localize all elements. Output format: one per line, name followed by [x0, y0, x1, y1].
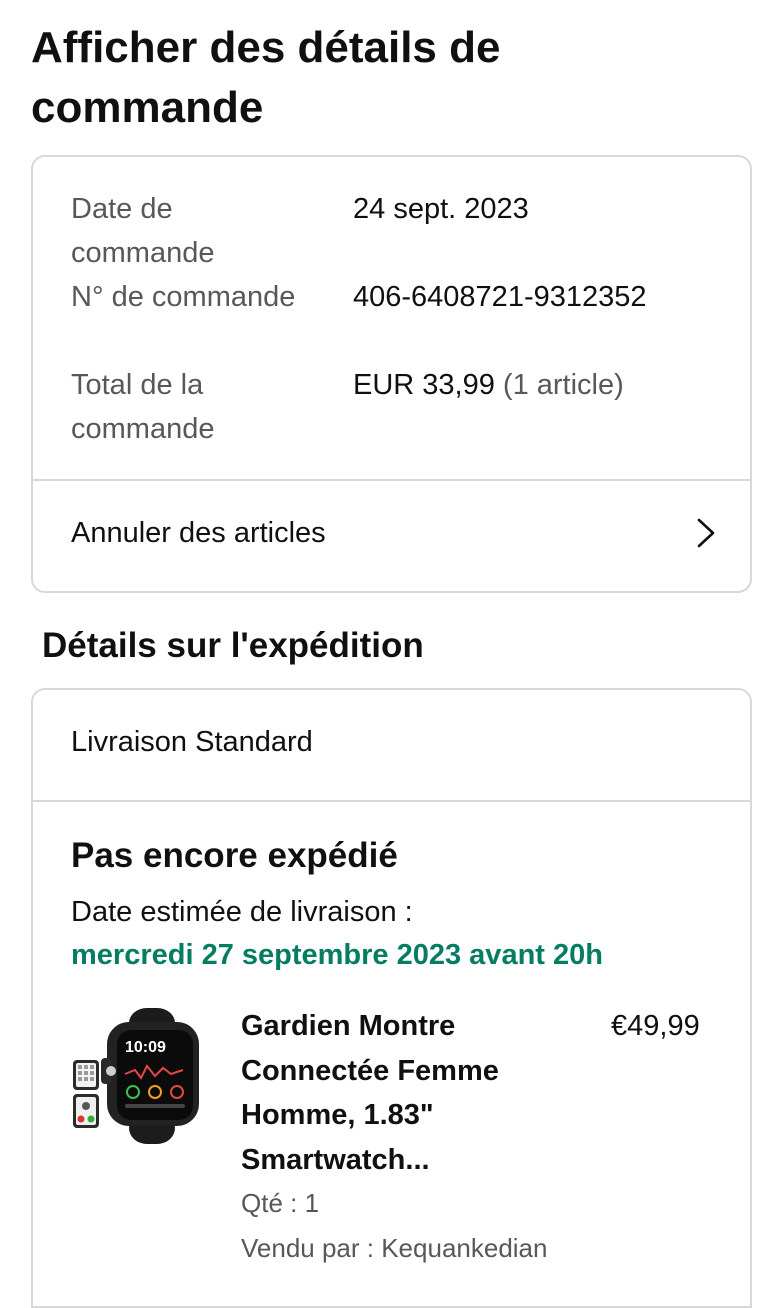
estimated-delivery-date: mercredi 27 septembre 2023 avant 20h: [71, 939, 603, 971]
cancel-items-label: Annuler des articles: [71, 517, 326, 549]
shipment-status: Pas encore expédié: [71, 836, 398, 875]
product-price: €49,99: [611, 1010, 700, 1042]
order-total-value: EUR 33,99 (1 article): [353, 363, 624, 407]
order-number-label: N° de commande: [71, 281, 296, 313]
shipping-section-title: Détails sur l'expédition: [42, 626, 424, 665]
order-total-items: (1 article): [502, 369, 624, 401]
shipping-method: Livraison Standard: [71, 726, 313, 758]
order-total-amount: EUR 33,99: [353, 369, 495, 401]
cancel-items-row[interactable]: Annuler des articles: [33, 481, 750, 593]
product-image[interactable]: 10:09: [71, 1008, 201, 1144]
divider: [33, 800, 750, 802]
page-title: Afficher des détails de commande: [31, 23, 501, 132]
order-summary-card: Date de commande 24 sept. 2023 N° de com…: [31, 155, 752, 593]
order-number-value: 406-6408721-9312352: [353, 281, 647, 313]
shipping-card: Livraison Standard Pas encore expédié Da…: [31, 688, 752, 1308]
product-quantity: Qté : 1: [241, 1188, 320, 1218]
order-date-label: Date de commande: [71, 193, 215, 269]
estimated-delivery-label: Date estimée de livraison :: [71, 896, 413, 928]
product-title-link[interactable]: Gardien Montre Connectée Femme Homme, 1.…: [241, 1004, 561, 1182]
chevron-right-icon: [697, 518, 715, 548]
watch-time-text: 10:09: [125, 1039, 166, 1056]
product-seller: Vendu par : Kequankedian: [241, 1233, 548, 1263]
order-total-label: Total de la commande: [71, 369, 215, 445]
order-date-value: 24 sept. 2023: [353, 193, 529, 225]
